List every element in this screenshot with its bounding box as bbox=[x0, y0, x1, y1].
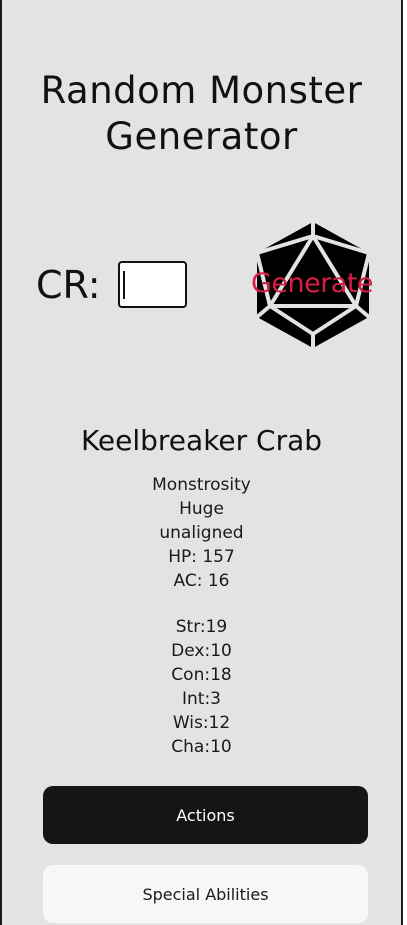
text-cursor bbox=[123, 271, 125, 299]
cr-label: CR: bbox=[36, 263, 101, 307]
stat-str: Str:19 bbox=[175, 617, 228, 637]
stat-dex: Dex:10 bbox=[171, 641, 232, 661]
monster-alignment: unaligned bbox=[159, 523, 244, 543]
monster-ac: AC: 16 bbox=[173, 571, 230, 591]
monster-hp: HP: 157 bbox=[168, 547, 235, 567]
cr-input[interactable] bbox=[118, 261, 187, 308]
stat-spacer bbox=[2, 593, 401, 615]
monster-type: Monstrosity bbox=[152, 475, 251, 495]
monster-name: Keelbreaker Crab bbox=[80, 424, 323, 457]
stat-wis: Wis:12 bbox=[172, 713, 231, 733]
stat-int: Int:3 bbox=[182, 689, 221, 709]
generate-label: Generate bbox=[250, 268, 374, 299]
monster-size: Huge bbox=[179, 499, 224, 519]
page-title: Random Monster Generator bbox=[40, 69, 363, 158]
page-frame: Random Monster Generator CR: Generate Ke… bbox=[0, 0, 403, 925]
stat-con: Con:18 bbox=[171, 665, 232, 685]
generate-button[interactable]: Generate bbox=[240, 220, 386, 350]
monster-stats: Monstrosity Huge unaligned HP: 157 AC: 1… bbox=[2, 473, 401, 759]
stat-cha: Cha:10 bbox=[171, 737, 232, 757]
special-abilities-button[interactable]: Special Abilities bbox=[43, 865, 368, 923]
actions-button[interactable]: Actions bbox=[43, 786, 368, 844]
